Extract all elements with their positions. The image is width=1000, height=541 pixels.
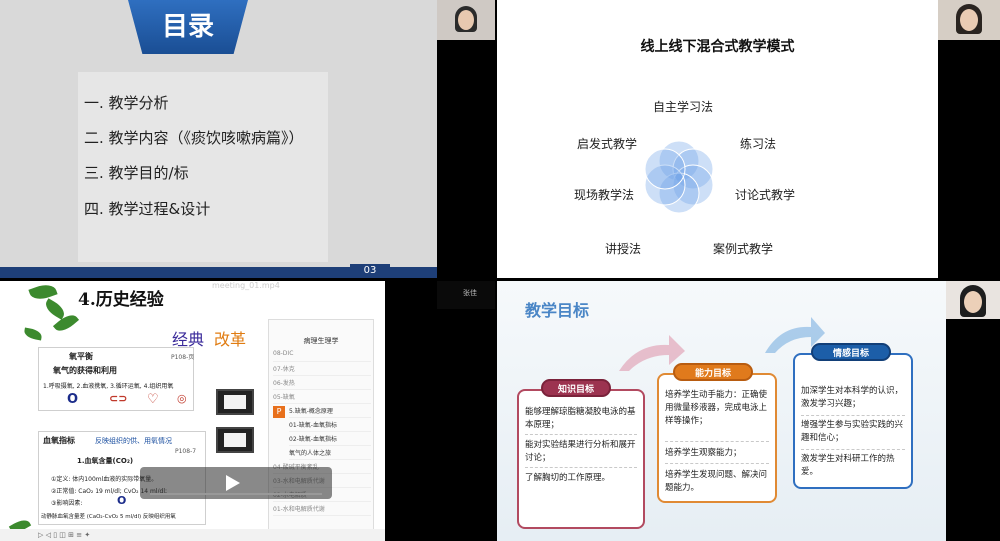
divider xyxy=(525,467,637,468)
method-practice: 练习法 xyxy=(740,137,777,151)
ability-goal-line-3: 培养学生发现问题、解决问题能力。 xyxy=(665,470,768,493)
teaching-goals-slide-tile[interactable]: 教学目标 知识目标 能够理解琼脂糖凝胶电泳的基本原理； 能对实验结果进行分析和展… xyxy=(497,281,946,541)
method-discussion: 讨论式教学 xyxy=(735,188,796,202)
box2-page-ref: P108-7 xyxy=(175,448,197,455)
participant-camera-1[interactable] xyxy=(437,0,495,40)
box2-note: 反映组织的供、用氧情况 xyxy=(95,437,172,445)
emotion-goal-line-1: 加深学生对本科学的认识，激发学习兴趣； xyxy=(801,386,904,409)
divider xyxy=(665,441,769,442)
method-lecture: 讲授法 xyxy=(605,242,642,256)
knowledge-goal-line-2: 能对实验结果进行分析和展开讨论； xyxy=(525,440,636,463)
flower-diagram-icon xyxy=(644,140,714,214)
oxygen-balance-box: 氧平衡 P108-页 氧气的获得和利用 1.呼吸摄氧, 2.血液携氧, 3.循环… xyxy=(38,347,194,411)
list-item[interactable]: 02-缺氧-血氧指标 xyxy=(289,434,371,446)
toc-slide-tile[interactable]: 目录 一. 教学分析 二. 教学内容（《痰饮咳嗽病篇》） 三. 教学目的/标 四… xyxy=(0,0,437,278)
toc-banner-text: 目录 xyxy=(161,12,214,42)
toc-item-3: 三. 教学目的/标 xyxy=(84,164,189,182)
emotion-goal-line-3: 激发学生对科研工作的热爱。 xyxy=(801,454,895,477)
reform-label: 改革 xyxy=(214,330,247,349)
blended-teaching-slide-tile[interactable]: 线上线下混合式教学模式 自主学习法 启发式教学 练习法 现场教学法 讨论式教学 … xyxy=(497,0,938,278)
slide-page-number: 03 xyxy=(350,264,390,278)
play-icon[interactable] xyxy=(226,475,240,491)
divider xyxy=(665,463,769,464)
list-item[interactable]: 01-缺氧-血氧指标 xyxy=(289,420,371,432)
list-item[interactable]: 06-发热 xyxy=(273,378,371,390)
powerpoint-icon: P xyxy=(273,406,285,418)
participant-face xyxy=(960,9,978,31)
divider xyxy=(801,415,905,416)
method-field: 现场教学法 xyxy=(574,188,635,202)
knowledge-goal-line-3: 了解胸切的工作原理。 xyxy=(525,473,611,483)
participant-face xyxy=(964,291,982,313)
oxygen-symbol-icon: O xyxy=(67,392,79,407)
list-item[interactable]: 01-水和电解质代谢 xyxy=(273,504,371,516)
list-item[interactable]: 氧气的人体之旅 xyxy=(289,448,371,460)
blend-slide-title: 线上线下混合式教学模式 xyxy=(640,39,795,55)
method-case: 案例式教学 xyxy=(713,242,774,256)
oxygen-symbol-icon: O xyxy=(117,494,127,507)
ability-goal-label: 能力目标 xyxy=(673,363,753,381)
emotion-goal-line-2: 增强学生参与实验实践的兴趣和信心； xyxy=(801,420,904,443)
divider xyxy=(525,434,637,435)
box1-subheading: 氧气的获得和利用 xyxy=(53,366,117,375)
box2-item1: 1.血氧含量(CO₂) xyxy=(77,457,134,465)
progress-bar[interactable] xyxy=(150,493,322,495)
participant-face xyxy=(458,10,474,30)
toc-item-2: 二. 教学内容（《痰饮咳嗽病篇》） xyxy=(84,129,304,147)
list-item[interactable]: 5.缺氧-概念原理 xyxy=(289,406,371,418)
video-thumbnail-1[interactable] xyxy=(216,389,254,415)
knowledge-goal-label: 知识目标 xyxy=(541,379,611,397)
phone-course-title: 病理生理学 xyxy=(303,337,339,345)
list-item[interactable]: 08-DIC xyxy=(273,350,371,362)
heart-icon: ♡ xyxy=(147,392,159,407)
method-self-study: 自主学习法 xyxy=(653,100,714,114)
cell-icon: ◎ xyxy=(177,392,187,405)
mobile-course-app[interactable]: 病理生理学 08-DIC 07-休克 06-发热 05-缺氧 P 5.缺氧-概念… xyxy=(268,319,374,539)
ability-goal-line-2: 培养学生观察能力； xyxy=(665,448,742,458)
knowledge-goal-line-1: 能够理解琼脂糖凝胶电泳的基本原理； xyxy=(525,407,636,430)
toc-banner: 目录 xyxy=(128,0,248,54)
video-player-controls[interactable] xyxy=(140,467,332,499)
history-title: 4.历史经验 xyxy=(78,290,164,310)
box2-factors: ③影响因素: xyxy=(51,500,83,507)
box2-heading: 血氧指标 xyxy=(43,436,75,445)
ability-goal-line-1: 培养学生动手能力：正确使用微量移液器，完成电泳上样等操作； xyxy=(665,390,768,426)
blood-vessel-icon: ⊂⊃ xyxy=(109,392,128,405)
presentation-toolbar[interactable]: ▷ ◁ ▯ ◫ ⊞ ≡ ✦ xyxy=(0,529,385,541)
box2-arterial: 动静脉血氧含量差 (CaO₂-CvO₂ 5 ml/dl) 反映组织用氧 xyxy=(41,514,176,520)
method-heuristic: 启发式教学 xyxy=(577,137,638,151)
participant-camera-2[interactable] xyxy=(938,0,1000,40)
video-filename: meeting_01.mp4 xyxy=(212,281,280,290)
leaf-decoration xyxy=(23,327,43,341)
toc-item-1: 一. 教学分析 xyxy=(84,94,169,112)
box1-line: 1.呼吸摄氧, 2.血液携氧, 3.循环运氧, 4.组织用氧 xyxy=(43,383,174,390)
participant-name-label: 张佳 xyxy=(463,289,477,297)
leaf-decoration xyxy=(28,281,58,304)
toc-item-4: 四. 教学过程&设计 xyxy=(84,200,211,218)
list-item[interactable]: 07-休克 xyxy=(273,364,371,376)
box1-heading: 氧平衡 xyxy=(69,352,93,361)
goals-title: 教学目标 xyxy=(525,301,590,320)
divider xyxy=(801,449,905,450)
history-slide-tile[interactable]: meeting_01.mp4 4.历史经验 经典 改革 氧平衡 P108-页 氧… xyxy=(0,281,385,541)
video-thumbnail-2[interactable] xyxy=(216,427,254,453)
box1-page-ref: P108-页 xyxy=(171,354,195,361)
emotion-goal-label: 情感目标 xyxy=(811,343,891,361)
list-item[interactable]: 05-缺氧 xyxy=(273,392,371,404)
participant-camera-4[interactable] xyxy=(946,281,1000,319)
